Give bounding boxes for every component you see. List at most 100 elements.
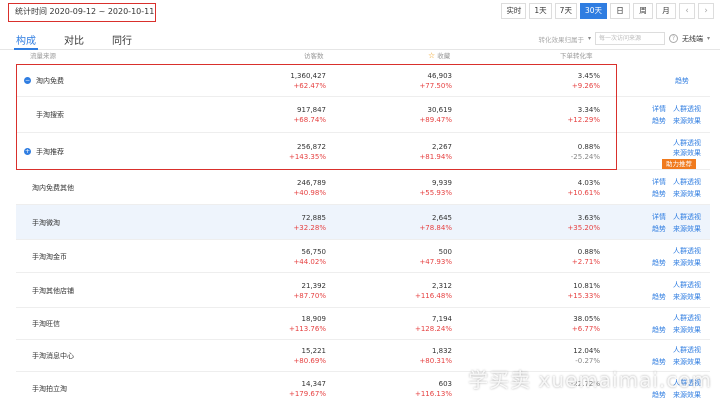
conversion-change: +2.71% xyxy=(571,257,600,266)
period-button[interactable]: 日 xyxy=(610,3,630,19)
detail-link[interactable]: 详情 xyxy=(652,177,666,187)
trend-link[interactable]: 趋势 xyxy=(652,292,666,302)
conversion-change: +35.20% xyxy=(567,223,600,232)
conversion-change: +9.26% xyxy=(571,81,600,90)
attribution-filter: 转化效果归属于 ▾ 每一次访问来源 ? 无线端 ▾ xyxy=(538,32,710,45)
conversion-value: 10.81% xyxy=(573,281,600,290)
period-button[interactable]: 月 xyxy=(656,3,676,19)
favorites-cell: 603 +116.13% xyxy=(415,379,452,399)
favorites-cell: 500 +47.93% xyxy=(419,247,452,267)
expand-icon[interactable]: + xyxy=(24,147,31,155)
conversion-value: 3.63% xyxy=(577,213,600,222)
favorites-cell: 30,619 +89.47% xyxy=(419,105,452,125)
audience-link[interactable]: 人群透视 xyxy=(673,104,701,114)
favorites-value: 46,903 xyxy=(427,71,453,80)
period-button[interactable]: 7天 xyxy=(554,3,577,19)
trend-link[interactable]: 趋势 xyxy=(675,76,689,86)
conversion-value: 4.03% xyxy=(577,178,600,187)
source-name: 淘内免费其他 xyxy=(32,183,74,192)
visitors-change: +80.69% xyxy=(293,357,326,365)
chevron-down-icon: ▾ xyxy=(587,35,591,42)
visitors-value: 246,789 xyxy=(297,178,326,187)
source-name: 手淘微淘 xyxy=(32,218,60,227)
favorites-change: +116.48% xyxy=(414,291,452,300)
conversion-value: 3.34% xyxy=(577,106,600,114)
favorites-value: 2,645 xyxy=(431,213,452,222)
favorites-change: +47.93% xyxy=(419,257,452,266)
source-effect-link[interactable]: 来源效果 xyxy=(673,224,701,234)
visitors-cell: 14,347 +179.67% xyxy=(289,379,326,399)
audience-link[interactable]: 人群透视 xyxy=(673,138,701,148)
source-effect-link[interactable]: 来源效果 xyxy=(673,292,701,302)
period-selector: 实时 1天 7天 30天日周月 ‹ › xyxy=(501,3,714,19)
conversion-change: +6.77% xyxy=(571,325,600,333)
visitors-change: +40.98% xyxy=(293,188,326,197)
audience-link[interactable]: 人群透视 xyxy=(673,212,701,222)
visitors-cell: 256,872 +143.35% xyxy=(289,142,326,162)
period-button[interactable]: 1天 xyxy=(529,3,552,19)
conversion-cell: 12.04% -0.27% xyxy=(573,346,600,366)
chevron-right-icon[interactable]: › xyxy=(698,3,714,19)
visitors-cell: 917,847 +68.74% xyxy=(293,105,326,125)
top-bar: 统计时间 2020-09-12 ~ 2020-10-11 实时 1天 7天 30天日周… xyxy=(0,0,720,24)
device-select[interactable]: 无线端 xyxy=(682,34,703,44)
table-row: 手淘旺信 18,909 +113.76% 7,194 +128.24% 38.0… xyxy=(16,308,710,340)
attribution-label: 转化效果归属于 xyxy=(538,35,584,44)
favorites-change: +89.47% xyxy=(419,116,452,124)
table-row: 手淘微淘 72,885 +32.28% 2,645 +78.84% 3.63% … xyxy=(16,205,710,240)
detail-link[interactable]: 详情 xyxy=(652,104,666,114)
audience-link[interactable]: 人群透视 xyxy=(673,345,701,355)
source-effect-link[interactable]: 来源效果 xyxy=(673,148,701,158)
source-effect-link[interactable]: 来源效果 xyxy=(673,258,701,268)
period-button[interactable]: 周 xyxy=(633,3,653,19)
visitors-value: 917,847 xyxy=(297,106,326,114)
trend-link[interactable]: 趋势 xyxy=(652,258,666,268)
source-effect-link[interactable]: 来源效果 xyxy=(673,325,701,335)
tab-composition[interactable]: 构成 xyxy=(16,32,36,47)
chevron-left-icon[interactable]: ‹ xyxy=(679,3,695,19)
visitors-change: +68.74% xyxy=(293,116,326,124)
conversion-cell: 3.45% +9.26% xyxy=(572,71,600,91)
table-row: + 手淘推荐 256,872 +143.35% 2,267 +81.94% 0.8… xyxy=(16,133,710,170)
favorites-change: +80.31% xyxy=(419,357,452,365)
trend-link[interactable]: 趋势 xyxy=(652,224,666,234)
favorites-value: 2,267 xyxy=(431,142,452,151)
trend-link[interactable]: 趋势 xyxy=(652,116,666,126)
source-name: 手淘推荐 xyxy=(36,147,64,156)
promo-badge[interactable]: 助力推荐 xyxy=(662,158,696,169)
audience-link[interactable]: 人群透视 xyxy=(673,313,701,323)
source-effect-link[interactable]: 来源效果 xyxy=(673,116,701,126)
favorites-value: 500 xyxy=(438,247,452,256)
visitors-value: 1,360,427 xyxy=(290,71,326,80)
trend-link[interactable]: 趋势 xyxy=(652,325,666,335)
tab-peers[interactable]: 同行 xyxy=(112,32,132,47)
star-icon: ☆ xyxy=(428,51,436,60)
conversion-cell: 3.34% +12.29% xyxy=(567,105,600,125)
conversion-value: 0.88% xyxy=(577,142,600,151)
source-name: 手淘其他店铺 xyxy=(32,286,74,295)
visitors-value: 256,872 xyxy=(297,142,326,151)
source-effect-link[interactable]: 来源效果 xyxy=(673,189,701,199)
audience-link[interactable]: 人群透视 xyxy=(673,280,701,290)
visitors-cell: 56,750 +44.02% xyxy=(293,247,326,267)
period-button[interactable]: 30天 xyxy=(579,3,607,19)
attribution-select[interactable]: 每一次访问来源 xyxy=(594,32,665,45)
collapse-icon[interactable]: − xyxy=(24,76,31,84)
visitors-cell: 72,885 +32.28% xyxy=(293,213,326,233)
trend-link[interactable]: 趋势 xyxy=(652,189,666,199)
favorites-value: 603 xyxy=(438,379,452,388)
audience-link[interactable]: 人群透视 xyxy=(673,246,701,256)
period-button[interactable]: 实时 xyxy=(501,3,527,19)
audience-link[interactable]: 人群透视 xyxy=(673,177,701,187)
source-name: 手淘搜索 xyxy=(36,111,64,119)
visitors-cell: 15,221 +80.69% xyxy=(293,346,326,366)
help-icon[interactable]: ? xyxy=(668,34,678,43)
detail-link[interactable]: 详情 xyxy=(652,212,666,222)
conversion-value: 38.05% xyxy=(573,315,600,323)
visitors-cell: 246,789 +40.98% xyxy=(293,178,326,198)
tab-compare[interactable]: 对比 xyxy=(64,32,84,47)
conversion-cell: 4.03% +10.61% xyxy=(567,178,600,198)
table-row: 手淘淘金币 56,750 +44.02% 500 +47.93% 0.88% +… xyxy=(16,240,710,273)
favorites-cell: 2,645 +78.84% xyxy=(419,213,452,233)
favorites-cell: 7,194 +128.24% xyxy=(415,314,452,334)
